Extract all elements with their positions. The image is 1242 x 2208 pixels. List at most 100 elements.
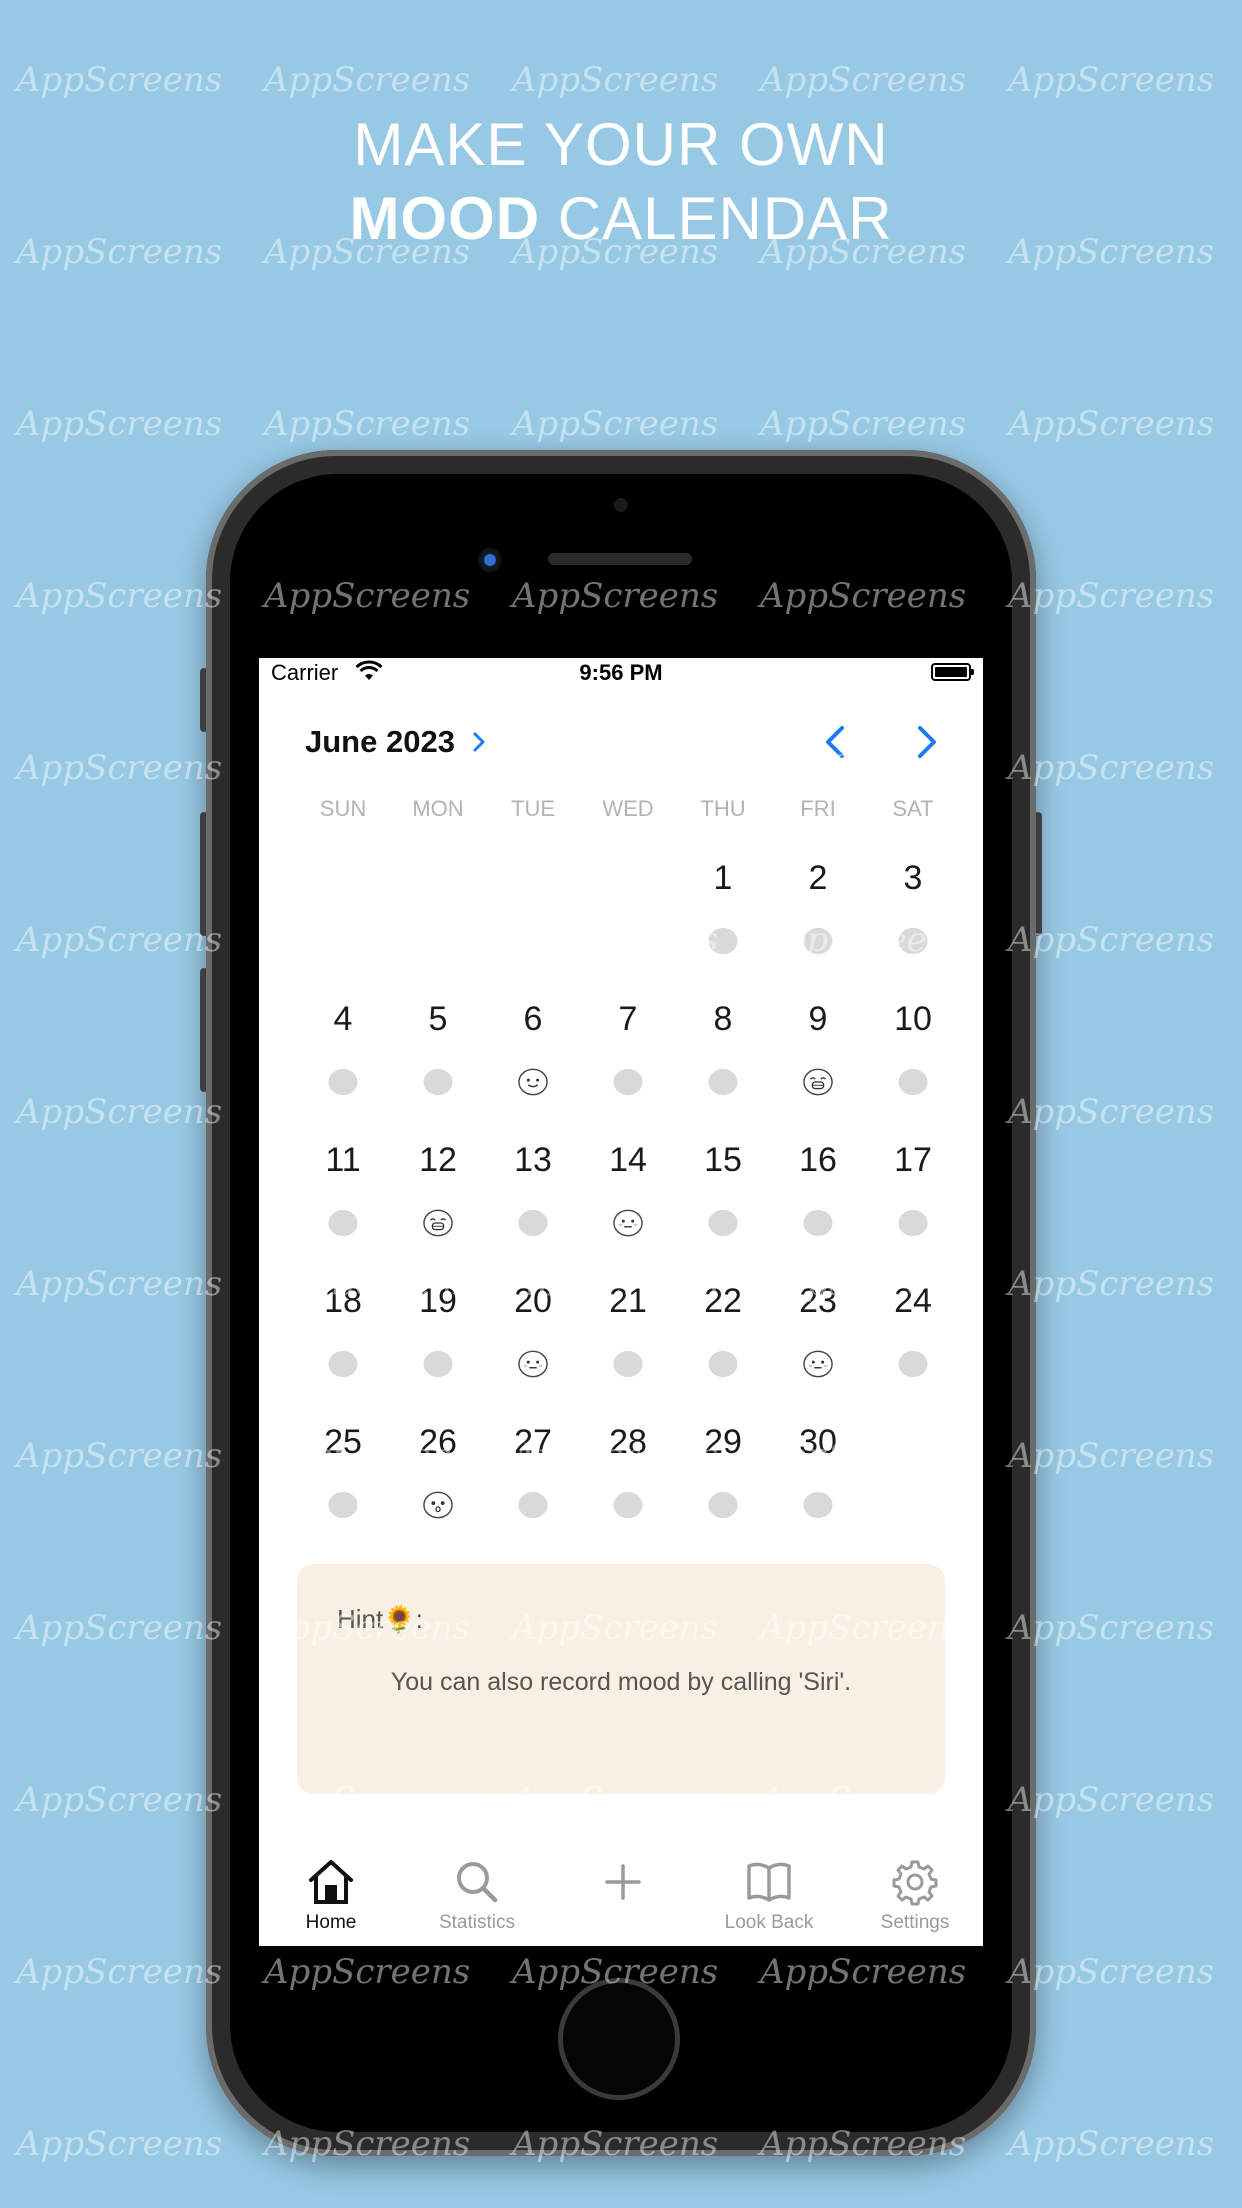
watermark-text: AppScreens [1008,1780,1215,1820]
tab-add[interactable] [550,1858,696,1946]
empty-mood-icon[interactable] [706,1067,740,1097]
calendar-day[interactable]: 1 [675,859,771,898]
hint-title: Hint🌻: [337,1604,423,1635]
chevron-right-icon [918,726,936,758]
month-label: June 2023 [305,724,455,759]
watermark-text: AppScreens [16,1092,223,1132]
grin-mood-icon[interactable] [801,1067,835,1097]
calendar-day[interactable]: 10 [865,1000,961,1039]
weekday-label: WED [602,796,654,821]
grin-mood-icon[interactable] [421,1208,455,1238]
calendar-day[interactable]: 7 [580,1000,676,1039]
weekday-label: TUE [511,796,555,821]
tab-settings[interactable]: Settings [842,1858,983,1946]
home-icon [259,1858,404,1910]
weekday-label: MON [412,796,464,821]
empty-mood-icon[interactable] [611,1349,645,1379]
headline-rest: CALENDAR [540,185,893,252]
watermark-text: AppScreens [16,1608,223,1648]
watermark-text: AppScreens [1008,576,1215,616]
front-camera [478,548,502,572]
watermark-text: AppScreens [16,1436,223,1476]
watermark-text: AppScreens [16,1780,223,1820]
empty-mood-icon[interactable] [896,1067,930,1097]
calendar-day[interactable]: 29 [675,1423,771,1462]
empty-mood-icon[interactable] [896,926,930,956]
calendar-day[interactable]: 25 [295,1423,391,1462]
calendar-day[interactable]: 12 [390,1141,486,1180]
calendar-day[interactable]: 8 [675,1000,771,1039]
surprised-mood-icon[interactable] [421,1490,455,1520]
content-mood-icon[interactable] [516,1349,550,1379]
content-mood-icon[interactable] [801,1349,835,1379]
empty-mood-icon[interactable] [706,1349,740,1379]
empty-mood-icon[interactable] [611,1490,645,1520]
calendar-day[interactable]: 21 [580,1282,676,1321]
empty-mood-icon[interactable] [706,926,740,956]
empty-mood-icon[interactable] [421,1349,455,1379]
watermark-text: AppScreens [264,60,471,100]
hint-title-colon: : [415,1604,423,1634]
calendar-day[interactable]: 27 [485,1423,581,1462]
empty-mood-icon[interactable] [611,1067,645,1097]
calendar-day[interactable]: 2 [770,859,866,898]
watermark-text: AppScreens [1008,1092,1215,1132]
hint-card: Hint🌻: You can also record mood by calli… [297,1564,945,1794]
calendar-day[interactable]: 22 [675,1282,771,1321]
calendar-day[interactable]: 16 [770,1141,866,1180]
empty-mood-icon[interactable] [801,1208,835,1238]
calendar-day[interactable]: 19 [390,1282,486,1321]
calendar-day[interactable]: 26 [390,1423,486,1462]
empty-mood-icon[interactable] [516,1208,550,1238]
empty-mood-icon[interactable] [706,1490,740,1520]
empty-mood-icon[interactable] [896,1208,930,1238]
empty-mood-icon[interactable] [326,1067,360,1097]
watermark-text: AppScreens [16,1952,223,1992]
empty-mood-icon[interactable] [326,1208,360,1238]
empty-mood-icon[interactable] [516,1490,550,1520]
calendar-day[interactable]: 9 [770,1000,866,1039]
calendar-day[interactable]: 17 [865,1141,961,1180]
calendar-day[interactable]: 6 [485,1000,581,1039]
calendar-day[interactable]: 15 [675,1141,771,1180]
calendar-day[interactable]: 13 [485,1141,581,1180]
headline-bold: MOOD [349,185,541,252]
prev-month-button[interactable] [816,722,856,762]
next-month-button[interactable] [906,722,946,762]
empty-mood-icon[interactable] [801,1490,835,1520]
calendar-day[interactable]: 24 [865,1282,961,1321]
calendar-day[interactable]: 30 [770,1423,866,1462]
hint-title-text: Hint [337,1604,384,1634]
watermark-text: AppScreens [16,404,223,444]
calendar-day[interactable]: 28 [580,1423,676,1462]
empty-mood-icon[interactable] [326,1349,360,1379]
month-title[interactable]: June 2023 [305,724,488,760]
tab-statistics[interactable]: Statistics [404,1858,550,1946]
watermark-text: AppScreens [264,404,471,444]
empty-mood-icon[interactable] [801,926,835,956]
smile-mood-icon[interactable] [516,1067,550,1097]
calendar-day[interactable]: 4 [295,1000,391,1039]
tab-label: Home [305,1912,357,1933]
tab-label: Statistics [438,1912,516,1933]
content-mood-icon[interactable] [611,1208,645,1238]
calendar-day[interactable]: 3 [865,859,961,898]
calendar-day[interactable]: 11 [295,1141,391,1180]
tab-home[interactable]: Home [259,1858,404,1946]
calendar-day[interactable]: 20 [485,1282,581,1321]
calendar-day[interactable]: 14 [580,1141,676,1180]
tab-look-back[interactable]: Look Back [696,1858,842,1946]
calendar-day[interactable]: 18 [295,1282,391,1321]
hint-text: You can also record mood by calling 'Sir… [390,1668,852,1696]
empty-mood-icon[interactable] [421,1067,455,1097]
watermark-text: AppScreens [1008,748,1215,788]
watermark-text: AppScreens [1008,60,1215,100]
status-bar: Carrier 9:56 PM [259,658,983,688]
empty-mood-icon[interactable] [896,1349,930,1379]
proximity-sensor [614,498,628,512]
calendar-day[interactable]: 5 [390,1000,486,1039]
calendar-day[interactable]: 23 [770,1282,866,1321]
empty-mood-icon[interactable] [706,1208,740,1238]
empty-mood-icon[interactable] [326,1490,360,1520]
home-button[interactable] [558,1978,680,2100]
